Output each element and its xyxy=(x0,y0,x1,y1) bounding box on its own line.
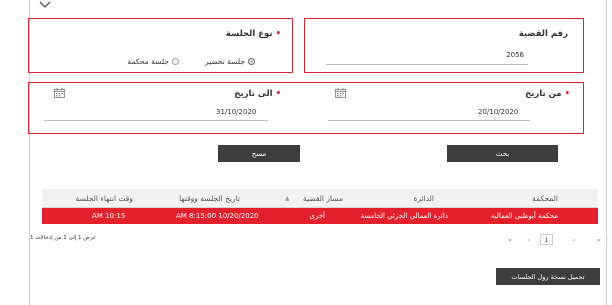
prev-page-button[interactable]: ‹ xyxy=(573,236,576,244)
date-to-label: •الى تاريخ xyxy=(234,89,281,99)
download-roll-button[interactable]: تحميل نسخة رول الجلسات xyxy=(496,268,600,285)
page-right-border xyxy=(606,0,607,305)
clear-button[interactable]: مسح xyxy=(218,145,300,162)
page-1-button[interactable]: 1 xyxy=(540,234,553,245)
case-number-underline xyxy=(326,64,528,65)
radio-prep-session[interactable]: جلسة تحضير xyxy=(205,57,255,66)
date-to-underline xyxy=(44,120,268,121)
cell-court: محكمة أبوظبي العمالية xyxy=(490,212,558,220)
date-from-underline xyxy=(328,120,530,121)
cell-end-time: AM 10:15 xyxy=(92,212,126,220)
calendar-icon[interactable] xyxy=(335,88,346,98)
case-number-input[interactable]: 2056 xyxy=(506,51,524,59)
calendar-icon[interactable] xyxy=(54,88,65,98)
chevron-down-icon[interactable] xyxy=(38,0,52,10)
col-end-time[interactable]: وقت انتهاء الجلسة xyxy=(76,189,133,208)
table-header: المحكمة الدائرة مسار القضية تاريخ الجلسة… xyxy=(42,189,598,208)
session-type-label: •نوع الجلسة xyxy=(225,29,281,39)
radio-selected-indicator xyxy=(248,58,255,65)
cell-circuit: دائرة العمالي الجزئي الخامسة xyxy=(360,212,448,220)
date-from-label: •من تاريخ xyxy=(525,89,570,99)
col-track[interactable]: مسار القضية xyxy=(303,189,343,208)
col-datetime[interactable]: تاريخ الجلسة ووقتها xyxy=(179,189,240,208)
next-page-button[interactable]: › xyxy=(528,236,531,244)
sort-icon[interactable]: ▲ xyxy=(285,189,290,208)
cell-datetime: AM 8:15:00 10/20/2020 xyxy=(176,212,259,220)
table-row[interactable]: محكمة أبوظبي العمالية دائرة العمالي الجز… xyxy=(42,208,598,224)
date-from-input[interactable]: 20/10/2020 xyxy=(478,108,518,116)
first-page-button[interactable]: « xyxy=(597,236,601,244)
case-number-label: رقم القضية xyxy=(518,29,568,39)
radio-unselected-indicator xyxy=(172,58,179,65)
cell-track: أخرى xyxy=(309,212,325,220)
last-page-button[interactable]: » xyxy=(508,236,512,244)
date-to-input[interactable]: 31/10/2020 xyxy=(216,108,256,116)
pagination-info: عرض 1 إلى 1 من إدخالات 1 xyxy=(30,235,97,241)
col-court[interactable]: المحكمة xyxy=(532,189,558,208)
col-circuit[interactable]: الدائرة xyxy=(413,189,434,208)
search-button[interactable]: بحث xyxy=(447,145,558,162)
radio-court-session[interactable]: جلسة محكمة xyxy=(127,57,179,66)
